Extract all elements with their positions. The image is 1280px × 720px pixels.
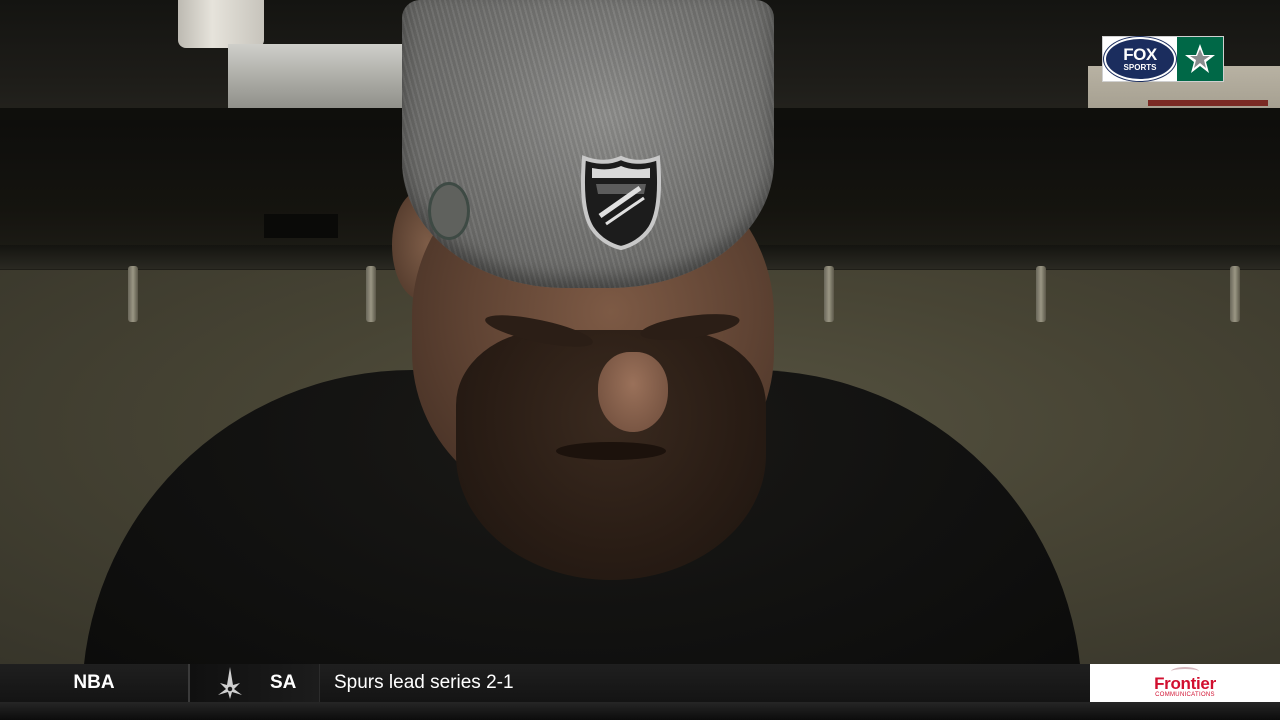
- score-ticker: NBA SA Spurs lead series 2-1 Frontier CO…: [0, 664, 1280, 720]
- spur-icon: [218, 667, 242, 699]
- fox-sports-logo: FOX SPORTS: [1103, 37, 1177, 81]
- dallas-stars-logo-icon: [1177, 37, 1223, 81]
- nhl-shield-icon: [580, 155, 662, 250]
- sponsor-logo: Frontier COMMUNICATIONS: [1090, 664, 1280, 702]
- fox-word: FOX: [1123, 44, 1157, 64]
- spurs-logo-icon: [190, 664, 270, 702]
- ticker-bottom-strip: [0, 702, 1280, 720]
- fox-sports-oval: FOX SPORTS: [1104, 37, 1176, 81]
- interviewee: [0, 0, 1280, 700]
- ticker-team: SA: [190, 664, 320, 702]
- nose: [598, 352, 668, 432]
- ticker-bar: NBA SA Spurs lead series 2-1: [0, 664, 1090, 702]
- mouth: [556, 442, 666, 460]
- sports-word: SPORTS: [1123, 62, 1157, 72]
- star-icon: [1185, 44, 1215, 73]
- ticker-team-abbr: SA: [270, 672, 297, 693]
- sponsor-name: Frontier: [1154, 674, 1216, 693]
- sponsor-tagline: COMMUNICATIONS: [1155, 692, 1215, 698]
- ticker-headline: Spurs lead series 2-1: [334, 672, 514, 693]
- network-logo-bug: FOX SPORTS: [1102, 36, 1224, 82]
- ticker-league: NBA: [0, 664, 190, 702]
- broadcast-frame: FOX SPORTS NBA SA Spurs lead series 2-1 …: [0, 0, 1280, 720]
- team-badge-icon: [428, 182, 470, 240]
